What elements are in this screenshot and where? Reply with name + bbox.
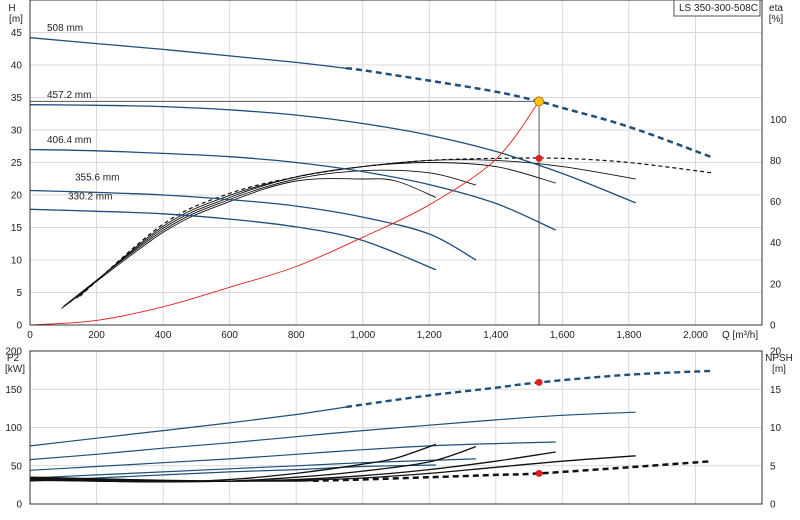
x-tick-label: 400: [155, 330, 172, 341]
head-tick-label: 5: [16, 288, 22, 299]
head-curve-label: 355.6 mm: [75, 173, 119, 184]
x-tick-label: 800: [288, 330, 305, 341]
eta-curve-4: [61, 178, 437, 309]
x-tick-label: 200: [88, 330, 105, 341]
head-tick-label: 40: [11, 61, 23, 72]
eta-tick-label: 20: [770, 279, 782, 290]
x-tick-label: 1,800: [616, 330, 641, 341]
npsh-curve-4: [29, 443, 437, 483]
head-curve-4: [29, 208, 437, 271]
eta-tick-label: 80: [770, 156, 782, 167]
head-curve-label: 508 mm: [47, 23, 83, 34]
system-curve: [29, 101, 540, 326]
head-curve-1: [29, 104, 636, 204]
x-tick-label: 1,600: [550, 330, 575, 341]
x-tick-label: 1,000: [350, 330, 375, 341]
head-tick-label: 35: [11, 93, 23, 104]
top-right-axis-title: eta: [769, 3, 783, 14]
head-curve-0-solid: [29, 37, 347, 69]
p2-tick-label: 150: [5, 385, 22, 396]
p2-tick-label: 100: [5, 423, 22, 434]
npsh-tick-label: 15: [770, 385, 782, 396]
power-curve-0-solid: [29, 406, 347, 447]
model-label: LS 350-300-508C: [679, 3, 758, 14]
head-tick-label: 15: [11, 223, 23, 234]
top-left-axis-title: H: [8, 3, 15, 14]
x-tick-label: 2,000: [683, 330, 708, 341]
x-axis-label: Q [m³/h]: [722, 330, 758, 341]
npsh-tick-label: 5: [770, 461, 776, 472]
eta-curve-3: [63, 169, 477, 307]
bottom-right-axis-title: NPSH: [765, 353, 793, 364]
eta-tick-label: 40: [770, 238, 782, 249]
x-tick-label: 600: [221, 330, 238, 341]
head-tick-label: 20: [11, 191, 23, 202]
bottom-left-axis-title: P2: [7, 353, 20, 364]
chart-series: 508 mm 457.2 mm 406.4 mm 355.6 mm 330.2 mm: [29, 23, 713, 483]
axis-ticks: 0 200 400 600 800 1,000 1,200 1,400 1,600 1,800 2,…: [5, 28, 787, 511]
npsh-tick-label: 10: [770, 423, 782, 434]
duty-point-marker: [534, 96, 545, 107]
power-duty-marker: [535, 378, 543, 386]
pump-performance-chart: 508 mm 457.2 mm 406.4 mm 355.6 mm 330.2 mm 0…: [5, 0, 793, 511]
p2-tick-label: 0: [16, 500, 22, 511]
head-curve-label: 457.2 mm: [47, 90, 91, 101]
head-tick-label: 45: [11, 28, 23, 39]
top-left-axis-unit: [m]: [9, 14, 23, 25]
eta-tick-label: 60: [770, 197, 782, 208]
head-tick-label: 30: [11, 126, 23, 137]
eta-curve-2: [69, 162, 556, 303]
head-curve-label: 406.4 mm: [47, 135, 91, 146]
head-curve-2: [29, 148, 556, 231]
head-tick-label: 25: [11, 158, 23, 169]
eta-tick-label: 100: [770, 115, 787, 126]
npsh-duty-marker: [535, 469, 543, 477]
efficiency-duty-marker: [535, 154, 543, 162]
p2-tick-label: 50: [11, 461, 23, 472]
x-tick-label: 0: [27, 330, 33, 341]
head-tick-label: 10: [11, 256, 23, 267]
bottom-left-axis-unit: [kW]: [5, 364, 25, 375]
bottom-right-axis-unit: [m]: [772, 364, 786, 375]
head-tick-label: 0: [16, 321, 22, 332]
eta-tick-label: 0: [770, 321, 776, 332]
head-curve-label: 330.2 mm: [68, 192, 112, 203]
x-tick-label: 1,200: [417, 330, 442, 341]
head-curve-0-dashed: [345, 67, 713, 159]
top-right-axis-unit: [%]: [769, 14, 784, 25]
x-tick-label: 1,400: [483, 330, 508, 341]
npsh-tick-label: 0: [770, 500, 776, 511]
